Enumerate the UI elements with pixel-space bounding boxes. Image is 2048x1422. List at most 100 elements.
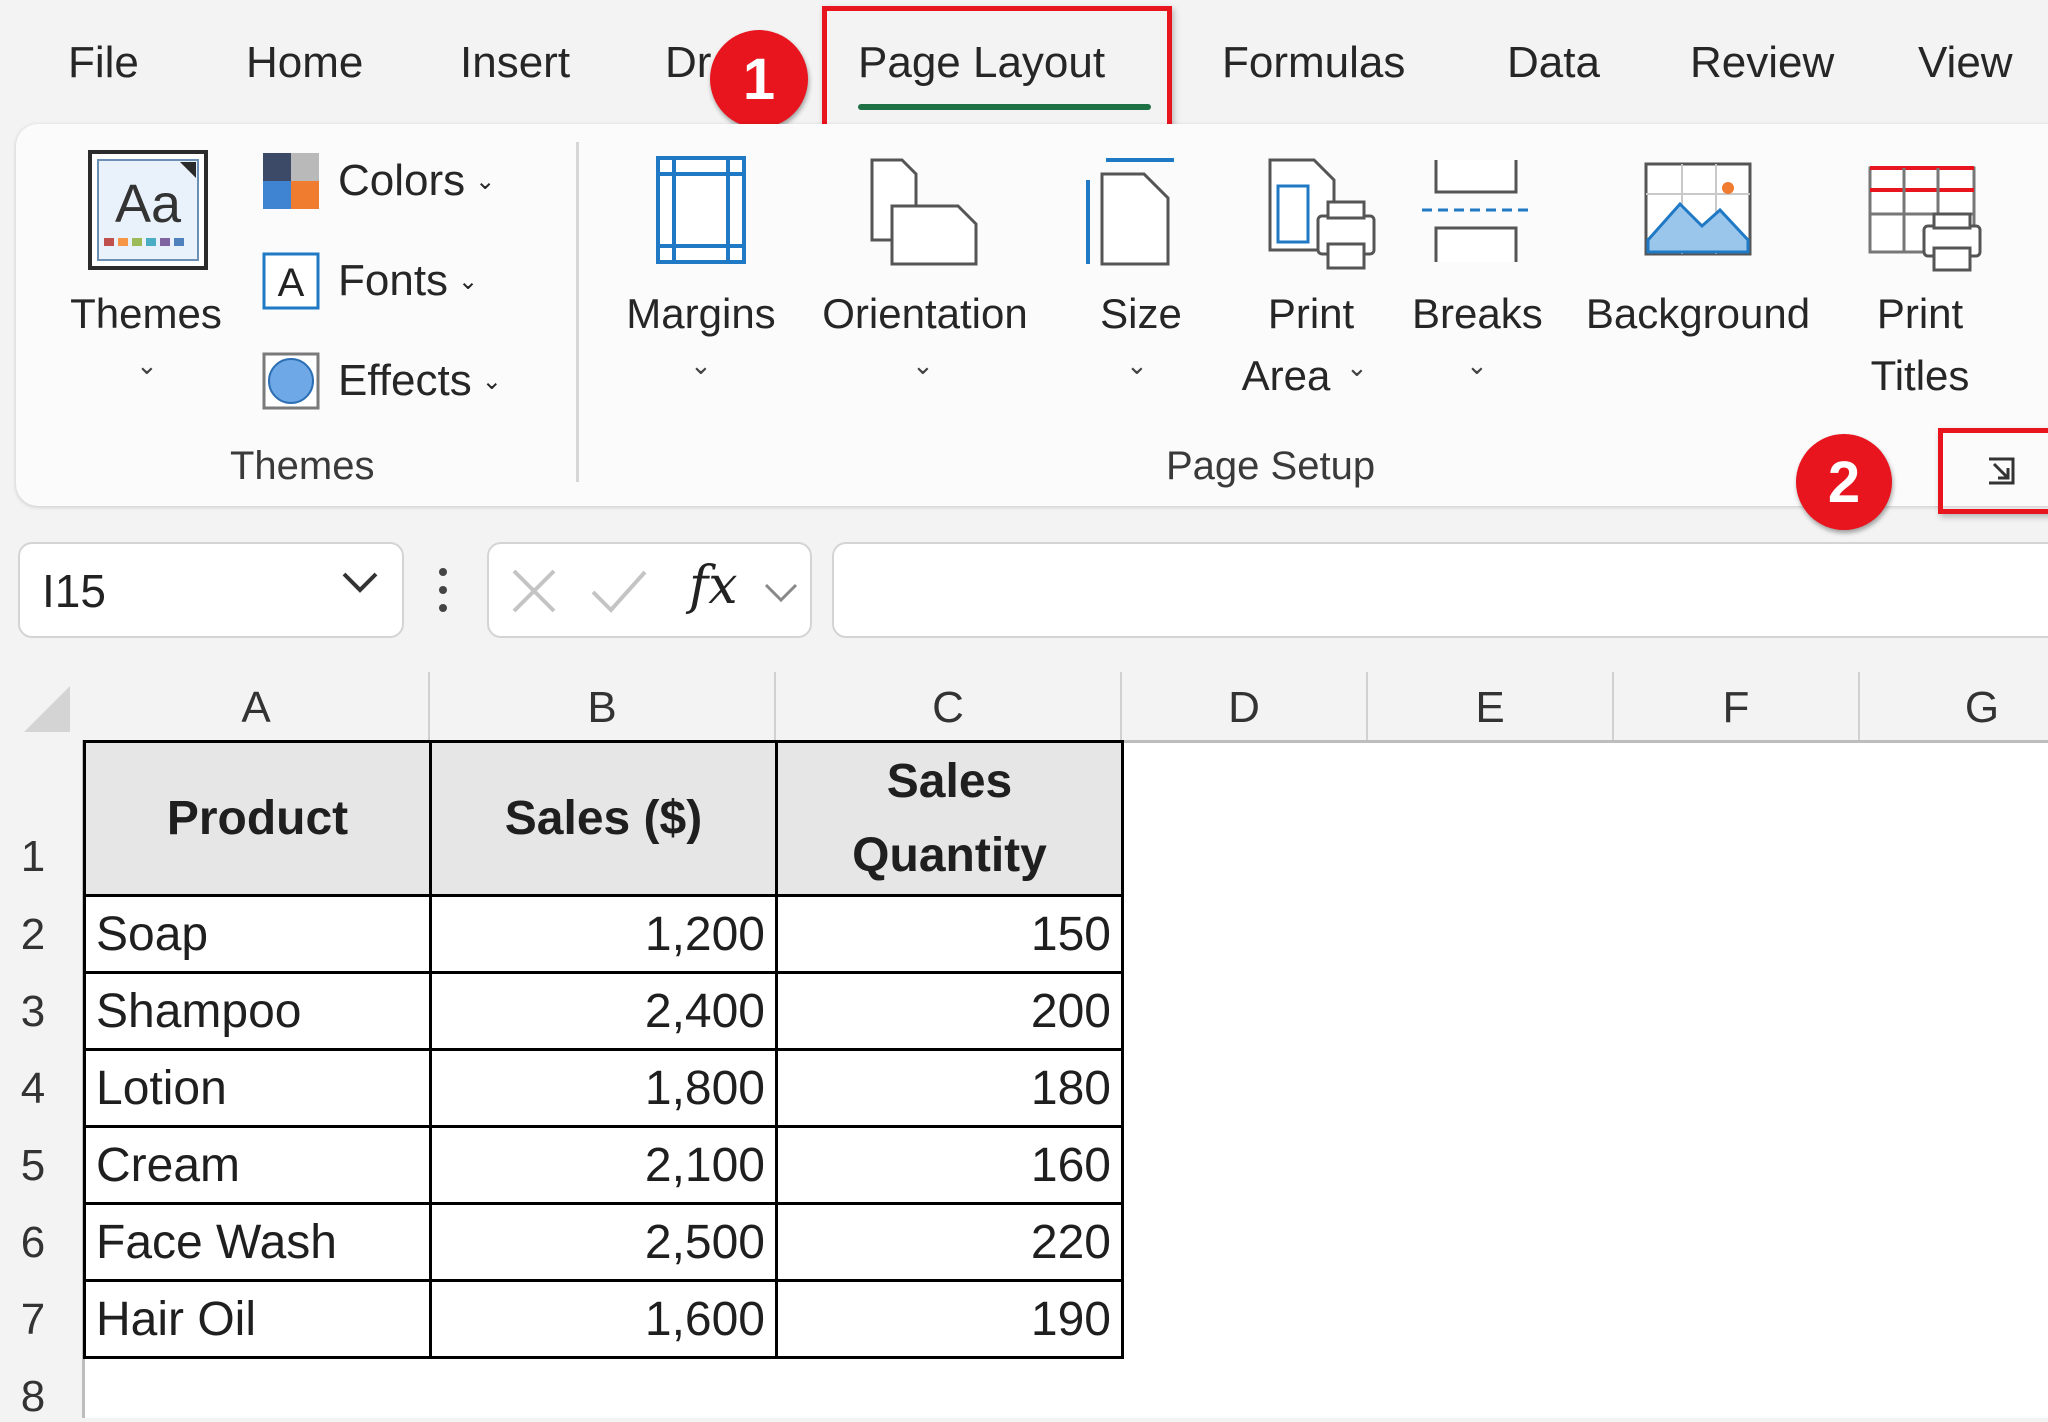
size-label[interactable]: Size [1086,284,1196,344]
header-cell-product[interactable]: Product [83,740,432,897]
colors-button[interactable]: Colors ⌄ [262,152,495,210]
print-area-icon[interactable] [1266,156,1378,272]
breaks-chevron-icon: ⌄ [1466,350,1488,380]
margins-icon[interactable] [654,154,750,266]
quantity-cell[interactable]: 150 [775,894,1124,974]
quantity-cell[interactable]: 220 [775,1202,1124,1282]
tab-data[interactable]: Data [1507,38,1600,88]
breaks-label[interactable]: Breaks [1412,284,1543,344]
product-cell[interactable]: Soap [83,894,432,974]
column-header-c[interactable]: C [776,680,1120,740]
formula-controls: fx [487,542,812,638]
effects-label: Effects [338,356,472,405]
background-icon[interactable] [1642,160,1754,258]
print-area-chevron-icon: ⌄ [1346,352,1368,382]
product-cell[interactable]: Shampoo [83,971,432,1051]
size-icon[interactable] [1084,156,1176,268]
fonts-button[interactable]: A Fonts ⌄ [262,252,478,310]
effects-button[interactable]: Effects ⌄ [262,352,502,410]
sales-cell[interactable]: 2,100 [429,1125,778,1205]
margins-chevron-icon: ⌄ [690,350,712,380]
fx-chevron-icon[interactable] [763,582,799,609]
row-header-7[interactable]: 7 [0,1295,66,1345]
print-titles-label-line1[interactable]: Print [1860,284,1980,344]
table-row: Face Wash 2,500 220 [83,1202,1124,1282]
themes-group-label: Themes [230,444,375,488]
quantity-cell[interactable]: 200 [775,971,1124,1051]
table-header-row: Product Sales ($) Sales Quantity [83,740,1124,897]
tab-view[interactable]: View [1918,38,2013,88]
product-cell[interactable]: Face Wash [83,1202,432,1282]
tab-draw[interactable]: Dr [665,38,711,88]
row-header-3[interactable]: 3 [0,987,66,1037]
formula-bar-splitter-icon[interactable] [438,566,448,614]
row-header-2[interactable]: 2 [0,910,66,960]
header-quantity-line1: Sales [886,754,1013,808]
svg-text:A: A [278,261,305,305]
row-header-1[interactable]: 1 [0,832,66,882]
table-row: Lotion 1,800 180 [83,1048,1124,1128]
orientation-chevron-icon: ⌄ [912,350,934,380]
row-header-6[interactable]: 6 [0,1218,66,1268]
cancel-icon[interactable] [509,566,559,621]
orientation-icon[interactable] [868,156,982,266]
tab-review[interactable]: Review [1690,38,1834,88]
fonts-label: Fonts [338,256,449,305]
quantity-cell[interactable]: 180 [775,1048,1124,1128]
highlight-box-page-layout [822,6,1172,138]
colors-icon [262,152,320,210]
column-header-d[interactable]: D [1122,680,1366,740]
sales-table: Product Sales ($) Sales Quantity Soap 1,2… [83,740,1124,1359]
print-area-label-line1[interactable]: Print [1246,284,1376,344]
header-cell-quantity[interactable]: Sales Quantity [775,740,1124,897]
column-header-b[interactable]: B [430,680,774,740]
sales-cell[interactable]: 2,400 [429,971,778,1051]
print-area-label-line2[interactable]: Area [1236,346,1336,406]
select-all-button[interactable] [24,686,70,732]
product-cell[interactable]: Hair Oil [83,1279,432,1359]
enter-checkmark-icon[interactable] [589,566,649,621]
formula-input[interactable] [832,542,2048,638]
sales-cell[interactable]: 1,600 [429,1279,778,1359]
product-cell[interactable]: Cream [83,1125,432,1205]
name-box-chevron-icon[interactable] [340,570,380,601]
row-header-8[interactable]: 8 [0,1372,66,1422]
product-cell[interactable]: Lotion [83,1048,432,1128]
background-label[interactable]: Background [1574,284,1822,344]
print-titles-label-line2[interactable]: Titles [1860,346,1980,406]
column-header-f[interactable]: F [1614,680,1858,740]
column-header-g[interactable]: G [1860,680,2048,740]
row-header-5[interactable]: 5 [0,1141,66,1191]
colors-label: Colors [338,156,466,205]
breaks-icon[interactable] [1418,156,1534,266]
fonts-icon: A [262,252,320,310]
print-titles-icon[interactable] [1866,164,1984,274]
table-row: Hair Oil 1,600 190 [83,1279,1124,1359]
themes-button-label[interactable]: Themes [66,284,226,344]
tab-formulas[interactable]: Formulas [1222,38,1405,88]
orientation-label[interactable]: Orientation [812,284,1038,344]
quantity-cell[interactable]: 190 [775,1279,1124,1359]
row-header-4[interactable]: 4 [0,1064,66,1114]
page-setup-group-label: Page Setup [1166,444,1376,488]
column-header-e[interactable]: E [1368,680,1612,740]
insert-function-button[interactable]: fx [689,556,738,616]
group-separator [576,142,579,482]
size-chevron-icon: ⌄ [1126,350,1148,380]
sales-cell[interactable]: 2,500 [429,1202,778,1282]
effects-icon [262,352,320,410]
name-box[interactable]: I15 [18,542,404,638]
themes-icon[interactable]: Aa [88,150,210,272]
sales-cell[interactable]: 1,800 [429,1048,778,1128]
tab-insert[interactable]: Insert [460,38,570,88]
svg-text:Aa: Aa [115,174,182,234]
table-row: Soap 1,200 150 [83,894,1124,974]
column-header-a[interactable]: A [84,680,428,740]
tab-home[interactable]: Home [246,38,363,88]
page-setup-dialog-launcher-icon[interactable] [1986,456,2016,486]
margins-label[interactable]: Margins [616,284,786,344]
quantity-cell[interactable]: 160 [775,1125,1124,1205]
header-cell-sales[interactable]: Sales ($) [429,740,778,897]
tab-file[interactable]: File [68,38,139,88]
sales-cell[interactable]: 1,200 [429,894,778,974]
